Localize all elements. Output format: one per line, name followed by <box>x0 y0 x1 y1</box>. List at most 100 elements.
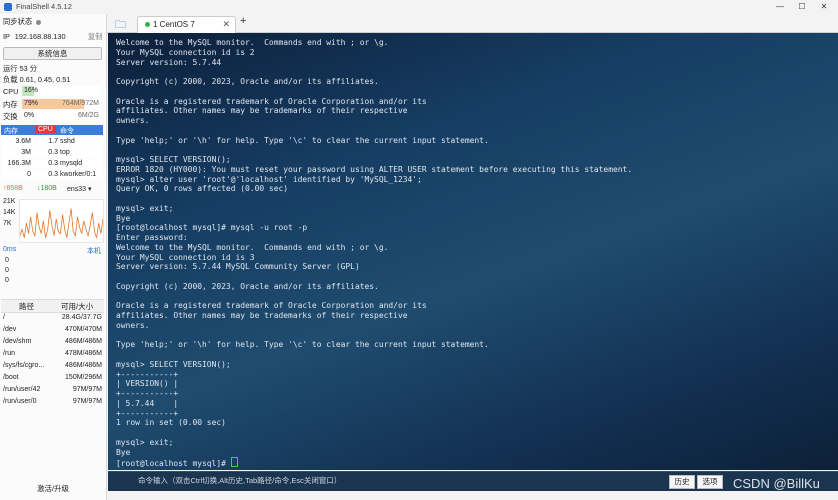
upgrade-link[interactable]: 激活/升级 <box>0 483 106 494</box>
maximize-icon[interactable]: ☐ <box>792 1 812 13</box>
network-graph <box>19 199 104 243</box>
history-button[interactable]: 历史 <box>669 475 695 489</box>
watermark: CSDN @BillKu <box>733 476 820 491</box>
disk-row[interactable]: /sys/fs/cgro... 486M/486M <box>1 361 103 372</box>
disk-row[interactable]: / 28.4G/37.7G <box>1 313 103 324</box>
proc-cmd: mysqld <box>60 160 83 167</box>
connected-dot-icon <box>145 22 150 27</box>
sync-status-label: 同步状态 <box>3 17 33 26</box>
ping-row: 0 <box>5 257 9 264</box>
minimize-icon[interactable]: — <box>770 1 790 13</box>
mem-percent: 79% <box>24 100 39 107</box>
proc-col-cpu[interactable]: CPU <box>35 126 56 133</box>
proc-mem: 3M <box>21 149 31 156</box>
disk-path: /dev/shm <box>3 338 32 345</box>
disk-row[interactable]: /boot 150M/296M <box>1 373 103 384</box>
disk-col-path[interactable]: 路径 <box>19 301 34 312</box>
tab-bar: 🗀 1 CentOS 7 ✕ + <box>107 14 838 33</box>
disk-path: /run/user/0 <box>3 398 37 405</box>
disk-size: 97M/97M <box>72 398 102 405</box>
process-row[interactable]: 3.6M 1.7 sshd <box>1 137 103 147</box>
cpu-usage-bar: 16% <box>22 86 100 96</box>
swap-label: 交换 <box>3 112 18 121</box>
disk-size: 486M/486M <box>65 362 102 369</box>
disk-table-header: 路径 可用/大小 <box>1 299 104 313</box>
net-interface-select[interactable]: ens33 ▾ <box>67 185 92 193</box>
mem-label: 内存 <box>3 100 18 109</box>
disk-row[interactable]: /run/user/42 97M/97M <box>1 385 103 396</box>
ip-row: IP 192.168.88.130 <box>3 32 66 41</box>
close-icon[interactable]: ✕ <box>814 1 834 13</box>
tab-session[interactable]: 1 CentOS 7 ✕ <box>137 16 236 33</box>
net-upload-line <box>20 208 103 238</box>
net-interface-label: ens33 <box>67 186 87 193</box>
swap-usage-bar: 0% 6M/2G <box>22 111 100 121</box>
disk-path: /sys/fs/cgro... <box>3 362 45 369</box>
proc-col-cmd[interactable]: 命令 <box>60 126 74 136</box>
disk-path: /run/user/42 <box>3 386 41 393</box>
system-info-button[interactable]: 系统信息 <box>3 47 102 60</box>
swap-percent: 0% <box>24 112 35 119</box>
ip-label: IP <box>3 32 10 41</box>
command-bar: 命令输入（双击Ctrl切换,Alt历史,Tab路径/命令,Esc关闭窗口） 历史… <box>108 471 838 491</box>
proc-cpu: 0.3 <box>48 160 58 167</box>
proc-cpu: 1.7 <box>48 138 58 145</box>
disk-size: 470M/470M <box>65 326 102 333</box>
mem-detail: 764M/972M <box>62 100 99 107</box>
disk-size: 97M/97M <box>72 386 102 393</box>
proc-cmd: sshd <box>60 138 75 145</box>
net-scale-low: 7K <box>3 220 12 227</box>
app-logo-icon <box>4 3 12 11</box>
cpu-percent: 16% <box>24 87 39 94</box>
terminal-cursor <box>230 457 238 468</box>
disk-col-size[interactable]: 可用/大小 <box>61 301 93 312</box>
disk-path: /dev <box>3 326 17 333</box>
sync-status[interactable]: 同步状态 <box>3 17 42 27</box>
ping-host[interactable]: 本机 <box>87 246 101 256</box>
proc-col-mem[interactable]: 内存 <box>4 126 18 136</box>
disk-row[interactable]: /run 478M/486M <box>1 349 103 360</box>
uptime: 运行 53 分 <box>3 64 38 73</box>
net-upload: ↑858B <box>3 185 23 192</box>
net-scale-mid: 14K <box>3 209 16 216</box>
disk-path: / <box>3 314 5 321</box>
process-row[interactable]: 0 0.3 kworker/0:1 <box>1 170 103 180</box>
add-tab-icon[interactable]: + <box>240 15 246 27</box>
close-tab-icon[interactable]: ✕ <box>222 19 230 30</box>
disk-row[interactable]: /dev 470M/470M <box>1 325 103 336</box>
options-button[interactable]: 选项 <box>697 475 723 489</box>
tab-label: 1 CentOS 7 <box>153 20 195 29</box>
proc-mem: 166.3M <box>7 160 31 167</box>
disk-row[interactable]: /run/user/0 97M/97M <box>1 397 103 408</box>
terminal-output[interactable]: Welcome to the MySQL monitor. Commands e… <box>108 33 838 470</box>
proc-cpu: 0.3 <box>48 171 58 178</box>
status-dot-icon <box>36 19 42 25</box>
ping-row: 0 <box>5 277 9 284</box>
disk-size: 28.4G/37.7G <box>61 314 102 321</box>
ip-value: 192.168.88.130 <box>14 32 66 41</box>
disk-row[interactable]: /dev/shm 486M/486M <box>1 337 103 348</box>
process-row[interactable]: 3M 0.3 top <box>1 148 103 158</box>
load-average: 负载 0.61, 0.45, 0.51 <box>3 75 71 84</box>
proc-cpu: 0.3 <box>48 149 58 156</box>
proc-cmd: kworker/0:1 <box>60 171 97 178</box>
disk-path: /run <box>3 350 16 357</box>
disk-size: 150M/296M <box>65 374 102 381</box>
net-download: ↓180B <box>37 185 57 192</box>
title-bar: FinalShell 4.5.12 — ☐ ✕ <box>0 0 838 15</box>
proc-mem: 0 <box>27 171 31 178</box>
disk-size: 478M/486M <box>65 350 102 357</box>
terminal-text: Welcome to the MySQL monitor. Commands e… <box>116 38 633 469</box>
proc-cmd: top <box>60 149 70 156</box>
chevron-down-icon: ▾ <box>88 186 92 193</box>
ping-value: 0ms <box>3 246 17 253</box>
copy-button[interactable]: 复制 <box>88 32 103 42</box>
process-row[interactable]: 166.3M 0.3 mysqld <box>1 159 103 169</box>
ping-row: 0 <box>5 267 9 274</box>
network-monitor: ↑858B ↓180B ens33 ▾ 21K 14K 7K <box>1 185 104 243</box>
cpu-label: CPU <box>3 87 19 96</box>
ping-monitor: 0ms 本机 0 0 0 <box>1 246 104 290</box>
command-input[interactable]: 命令输入（双击Ctrl切换,Alt历史,Tab路径/命令,Esc关闭窗口） <box>138 474 658 488</box>
net-scale-high: 21K <box>3 198 16 205</box>
sidebar: 同步状态 IP 192.168.88.130 复制 系统信息 运行 53 分 负… <box>0 14 107 500</box>
